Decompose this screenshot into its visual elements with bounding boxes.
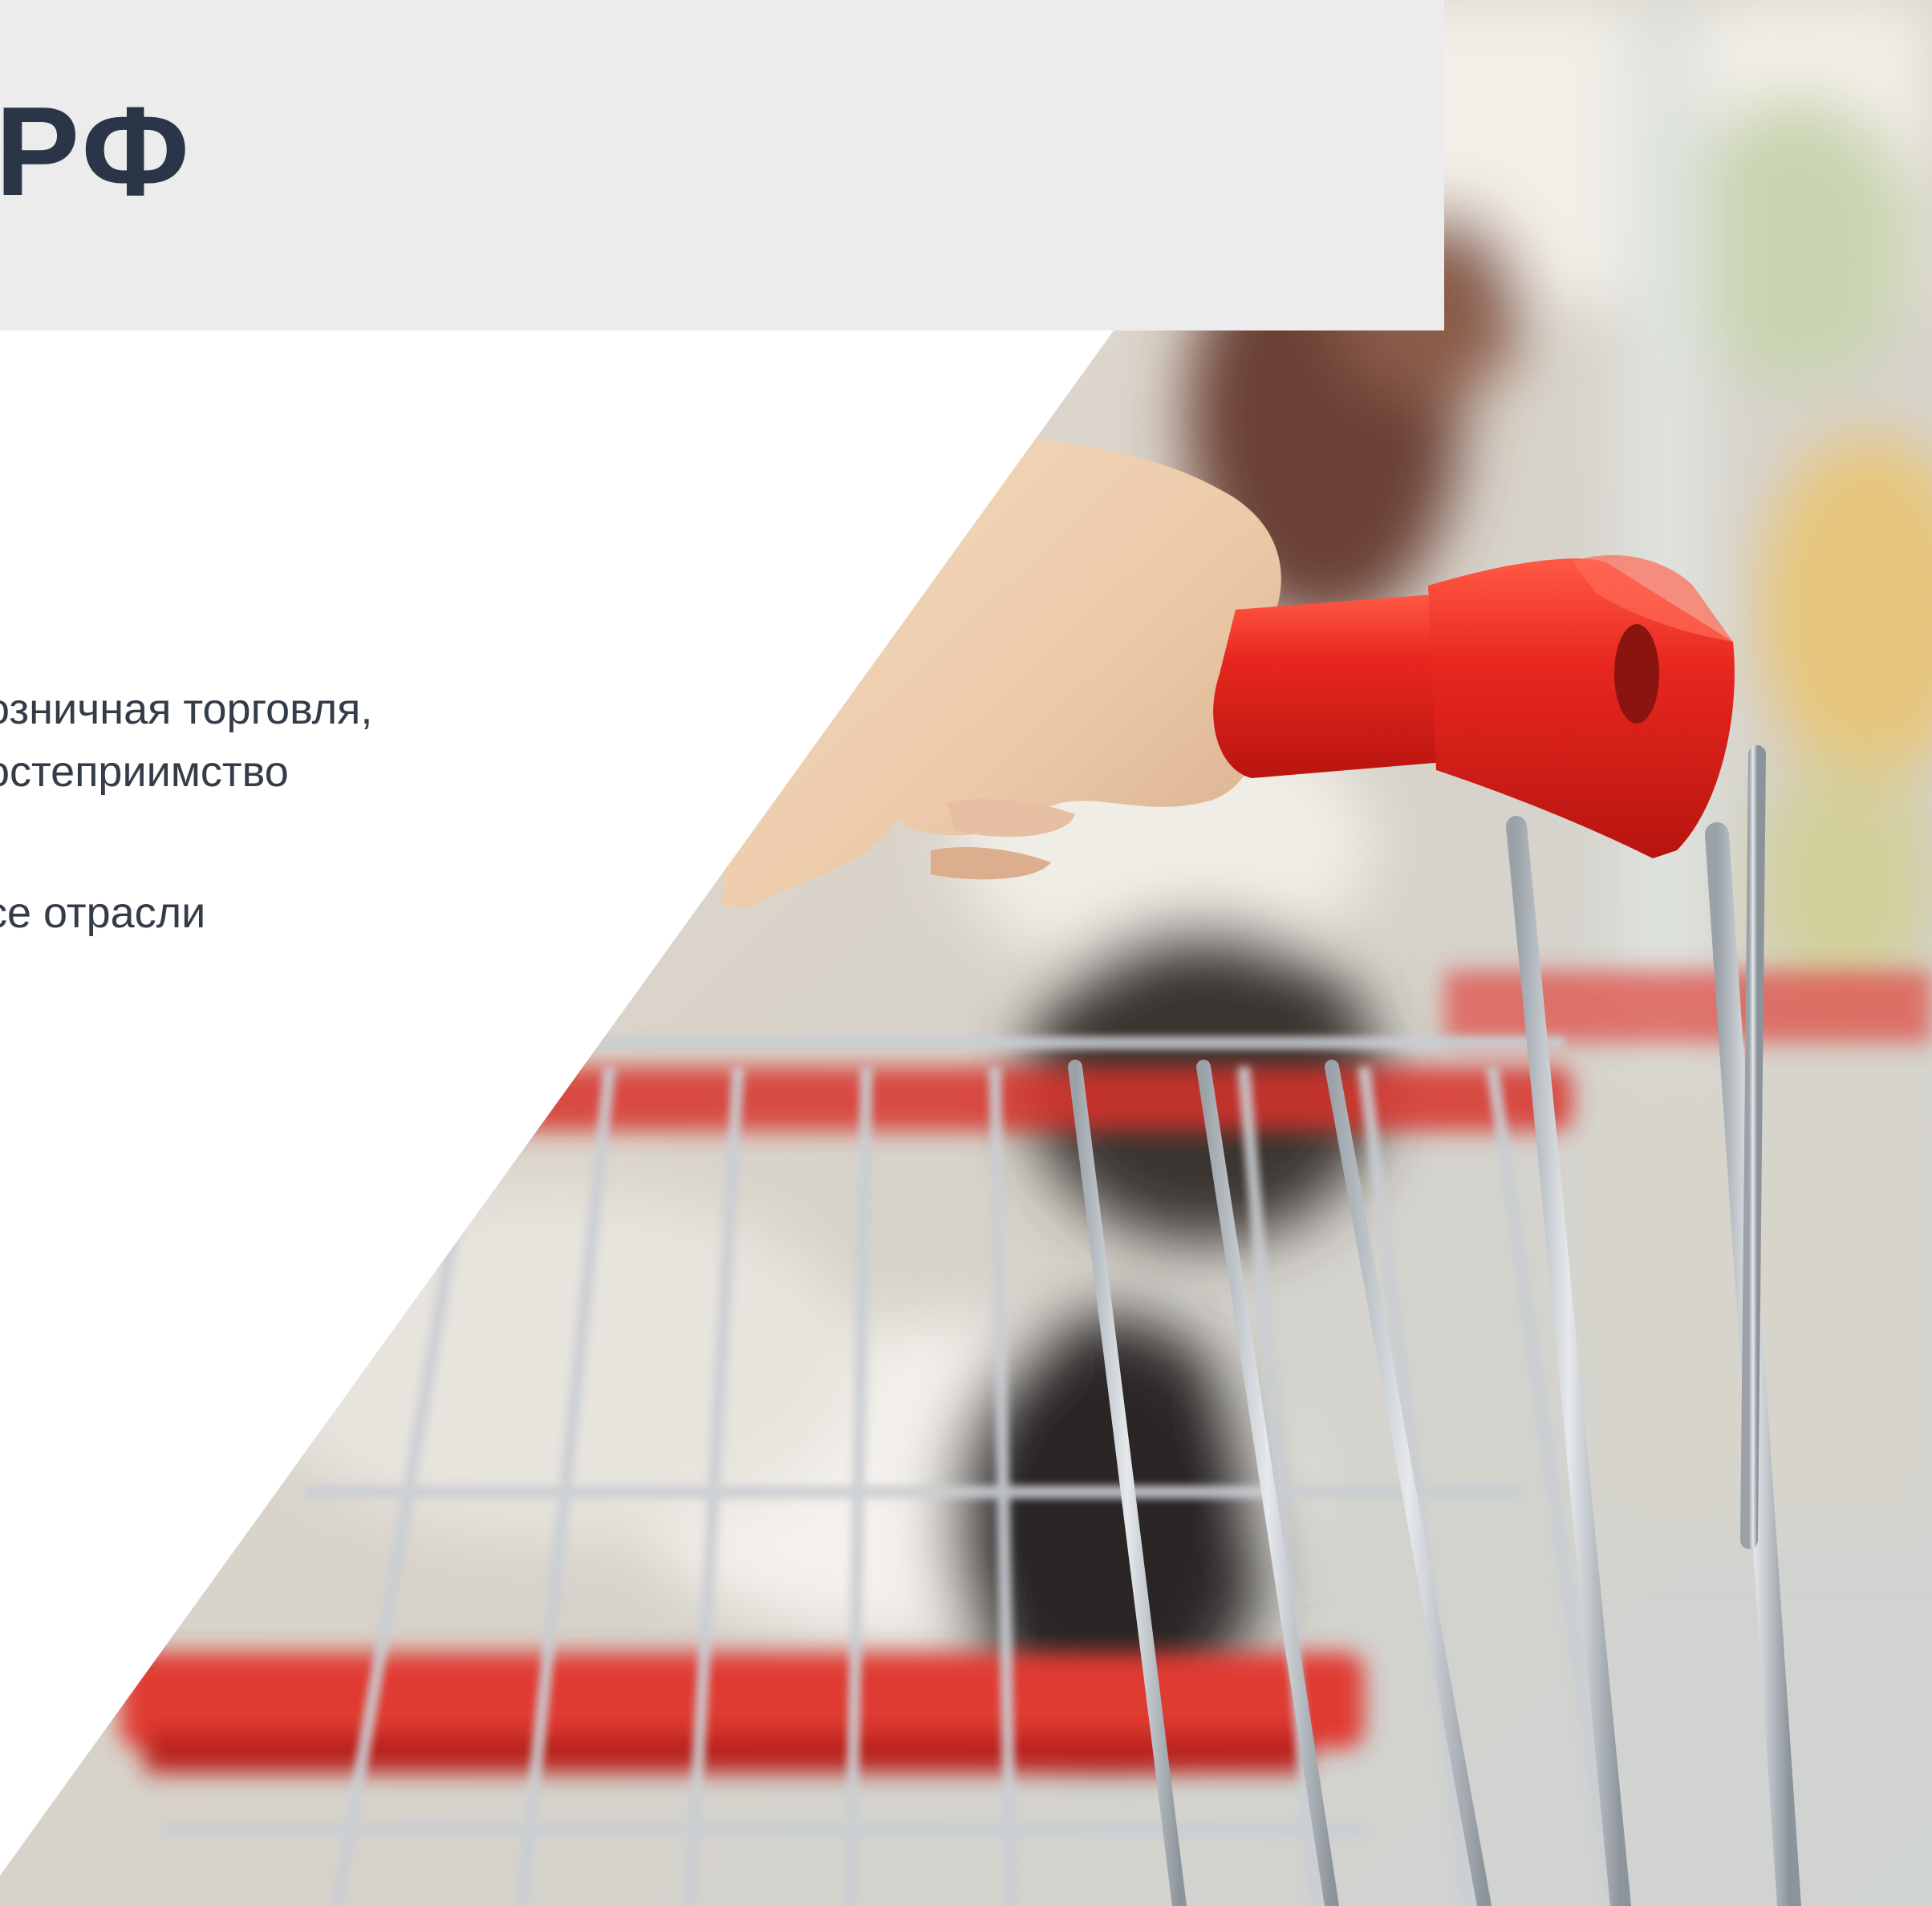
sector-item-retail: озничная торговля, [0,685,373,733]
title-band [0,0,1444,331]
slide: РФ озничная торговля, остеприимство се о… [0,0,1932,1906]
sector-list: озничная торговля, остеприимство се отра… [0,678,372,944]
sector-item-all-industries: се отрасли [0,889,206,937]
sector-item-hospitality: остеприимство [0,748,289,796]
slide-title: РФ [0,81,193,222]
